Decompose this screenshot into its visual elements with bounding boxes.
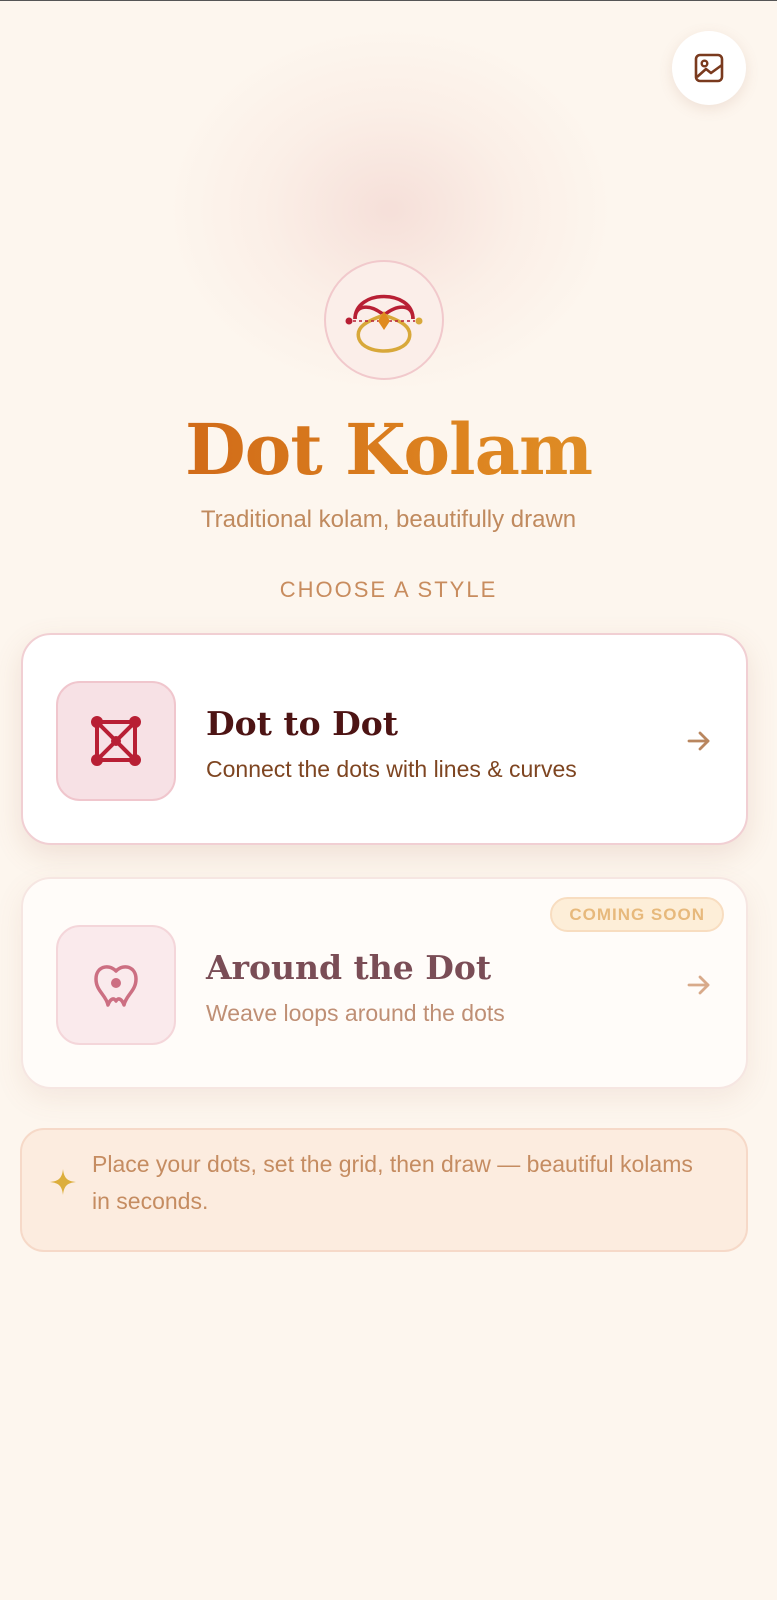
- style-title: Dot to Dot: [206, 704, 398, 743]
- dot-grid-icon: [91, 716, 141, 766]
- coming-soon-badge: COMING SOON: [550, 897, 724, 932]
- section-heading: CHOOSE A STYLE: [279, 577, 498, 602]
- sparkle-icon: [50, 1169, 76, 1195]
- style-card-around-the-dot[interactable]: COMING SOON Around the Dot Weave loops a…: [21, 877, 748, 1089]
- style-description: Connect the dots with lines & curves: [206, 756, 577, 782]
- style-title: Around the Dot: [206, 948, 492, 987]
- image-icon: [694, 53, 724, 83]
- arrow-right-icon: [687, 731, 710, 751]
- style-icon-tile: [56, 925, 176, 1045]
- style-description: Weave loops around the dots: [206, 1000, 505, 1026]
- app-title: Dot Kolam: [0, 408, 777, 492]
- app-logo: [324, 260, 444, 380]
- gallery-button[interactable]: [672, 31, 746, 105]
- top-border: [0, 0, 777, 1]
- tip-banner: Place your dots, set the grid, then draw…: [20, 1128, 748, 1252]
- arrow-right-icon: [687, 975, 710, 995]
- tip-text: Place your dots, set the grid, then draw…: [92, 1151, 693, 1214]
- loop-around-dot-icon: [94, 965, 138, 1007]
- style-card-dot-to-dot[interactable]: Dot to Dot Connect the dots with lines &…: [21, 633, 748, 845]
- style-icon-tile: [56, 681, 176, 801]
- kolam-logo-icon: [345, 294, 423, 353]
- app-tagline: Traditional kolam, beautifully drawn: [200, 506, 577, 533]
